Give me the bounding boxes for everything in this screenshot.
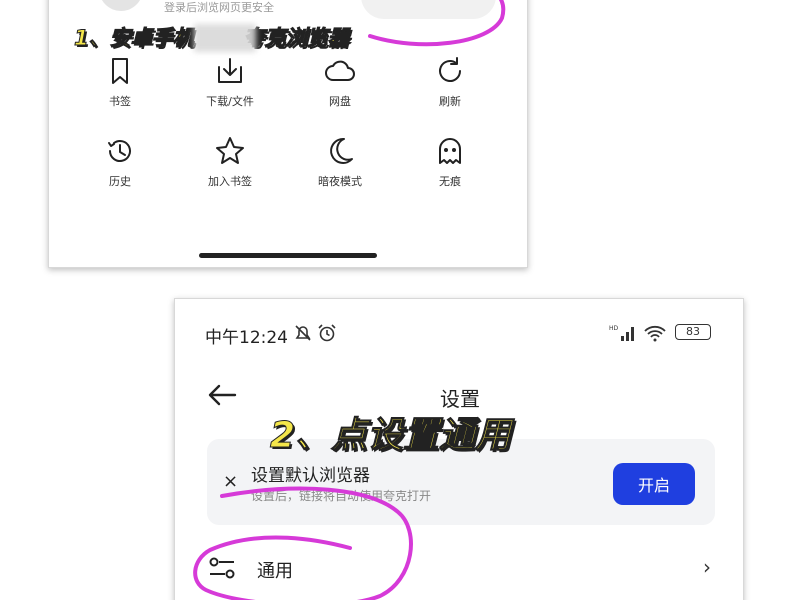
banner-title: 设置默认浏览器: [251, 466, 370, 486]
login-hint: 登录后浏览网页更安全: [164, 1, 274, 14]
alarm-clock-icon: [318, 324, 336, 342]
menu-item-cloud-drive[interactable]: 网盘: [285, 55, 395, 135]
menu-item-label: 无痕: [439, 175, 461, 188]
menu-item-refresh[interactable]: 刷新: [395, 55, 505, 135]
sliders-icon: [209, 557, 235, 579]
battery-indicator: 83: [675, 324, 711, 340]
menu-item-label: 书签: [109, 95, 131, 108]
status-time: 中午12:24: [205, 328, 288, 348]
moon-icon: [330, 137, 353, 164]
menu-grid: 书签 下载/文件 网盘 刷新 历史 加入书签 暗夜模式 无痕: [49, 55, 527, 215]
settings-item-general[interactable]: 通用 ›: [207, 545, 715, 595]
menu-item-downloads[interactable]: 下载/文件: [175, 55, 285, 135]
menu-item-label: 下载/文件: [206, 95, 254, 108]
ghost-icon: [439, 138, 461, 164]
menu-item-history[interactable]: 历史: [65, 135, 175, 215]
menu-item-label: 暗夜模式: [318, 175, 362, 188]
refresh-icon: [439, 57, 461, 82]
menu-item-bookmarks[interactable]: 书签: [65, 55, 175, 135]
banner-subtitle: 设置后，链接将自动使用夸克打开: [251, 489, 432, 503]
step-2-caption: 2、点设置通用: [269, 415, 512, 457]
redaction-blur: [194, 24, 256, 52]
enable-button[interactable]: 开启: [613, 463, 695, 505]
close-icon[interactable]: ×: [223, 471, 238, 492]
menu-item-label: 历史: [109, 175, 131, 188]
chevron-right-icon: ›: [703, 555, 711, 579]
menu-item-night-mode[interactable]: 暗夜模式: [285, 135, 395, 215]
home-indicator: [199, 253, 377, 258]
download-icon: [218, 58, 242, 83]
menu-item-label: 刷新: [439, 95, 461, 108]
settings-item-label: 通用: [257, 561, 293, 582]
menu-item-label: 网盘: [329, 95, 351, 108]
history-icon: [108, 140, 131, 162]
star-icon: [216, 137, 244, 164]
menu-item-add-bookmark[interactable]: 加入书签: [175, 135, 285, 215]
cloud-icon: [325, 60, 355, 81]
svg-text:HD: HD: [609, 325, 619, 332]
signal-icon: HD: [609, 325, 634, 341]
bookmark-icon: [112, 58, 128, 84]
bell-muted-icon: [295, 325, 311, 341]
wifi-icon: [644, 325, 666, 342]
menu-item-incognito[interactable]: 无痕: [395, 135, 505, 215]
menu-item-label: 加入书签: [208, 175, 252, 188]
avatar[interactable]: [99, 0, 143, 11]
top-icon-pill[interactable]: [361, 0, 496, 19]
